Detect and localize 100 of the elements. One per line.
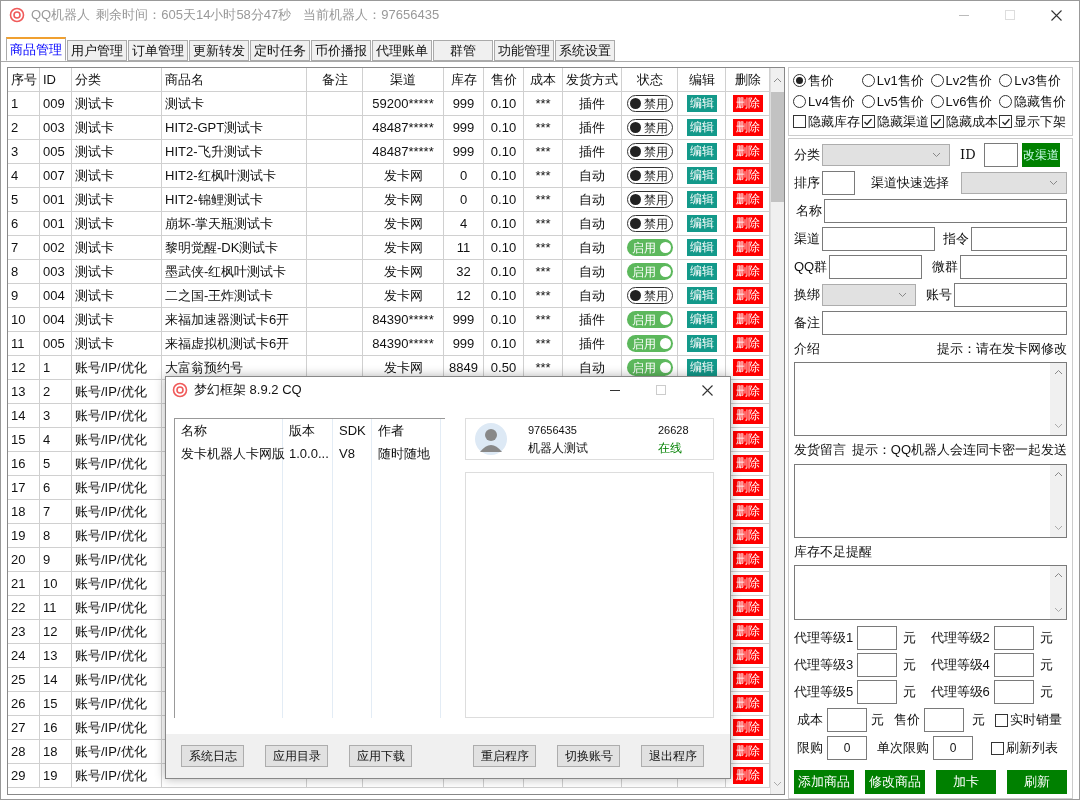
dialog-button[interactable]: 退出程序 <box>641 745 704 767</box>
delete-button[interactable]: 删除 <box>732 743 763 760</box>
action-button[interactable]: 修改商品 <box>865 770 925 794</box>
text-area[interactable] <box>794 362 1067 436</box>
column-header[interactable]: 售价 <box>484 68 524 92</box>
input-field[interactable] <box>829 254 923 279</box>
delete-button[interactable]: 删除 <box>732 767 763 784</box>
tab[interactable]: 功能管理 <box>494 40 554 61</box>
column-header[interactable]: 名称 <box>175 419 282 443</box>
column-header[interactable]: 发货方式 <box>563 68 622 92</box>
status-toggle[interactable]: 禁用 <box>626 215 673 232</box>
delete-button[interactable]: 删除 <box>732 95 763 112</box>
delete-button[interactable]: 删除 <box>732 143 763 160</box>
radio-button[interactable]: Lv6售价 <box>930 91 1000 111</box>
status-toggle[interactable]: 禁用 <box>626 95 673 112</box>
action-button[interactable]: 添加商品 <box>794 770 854 794</box>
edit-button[interactable]: 编辑 <box>686 143 717 160</box>
delete-button[interactable]: 删除 <box>732 503 763 520</box>
edit-button[interactable]: 编辑 <box>686 167 717 184</box>
input-field[interactable] <box>857 680 898 704</box>
checkbox[interactable]: 隐藏库存 <box>793 112 862 132</box>
delete-button[interactable]: 删除 <box>732 167 763 184</box>
tab[interactable]: 订单管理 <box>128 40 188 61</box>
delete-button[interactable]: 删除 <box>732 407 763 424</box>
edit-button[interactable]: 编辑 <box>686 239 717 256</box>
action-button[interactable]: 加卡 <box>936 770 996 794</box>
scrollbar[interactable] <box>1050 464 1066 537</box>
delete-button[interactable]: 删除 <box>732 551 763 568</box>
column-header[interactable]: 作者 <box>372 419 440 443</box>
delete-button[interactable]: 删除 <box>732 575 763 592</box>
column-header[interactable]: 备注 <box>307 68 363 92</box>
checkbox[interactable]: 显示下架 <box>999 112 1068 132</box>
input-field[interactable]: 0 <box>933 736 973 760</box>
checkbox[interactable]: 实时销量 <box>995 710 1062 730</box>
input-field[interactable] <box>857 653 898 677</box>
dialog-button[interactable]: 应用下载 <box>349 745 412 767</box>
column-header[interactable]: 编辑 <box>678 68 726 92</box>
delete-button[interactable]: 删除 <box>732 455 763 472</box>
delete-button[interactable]: 删除 <box>732 671 763 688</box>
text-area[interactable] <box>794 463 1067 538</box>
tab[interactable]: 系统设置 <box>555 40 615 61</box>
input-field[interactable] <box>857 626 898 650</box>
dropdown[interactable] <box>822 143 950 166</box>
delete-button[interactable]: 删除 <box>732 431 763 448</box>
column-header[interactable]: 商品名 <box>162 68 307 92</box>
scrollbar[interactable] <box>1050 566 1066 619</box>
input-field[interactable]: 0 <box>827 736 867 760</box>
radio-button[interactable]: Lv2售价 <box>930 71 1000 91</box>
text-area[interactable] <box>794 565 1067 620</box>
delete-button[interactable]: 删除 <box>732 623 763 640</box>
input-field[interactable] <box>960 254 1067 279</box>
edit-button[interactable]: 编辑 <box>686 119 717 136</box>
status-toggle[interactable]: 禁用 <box>626 119 673 136</box>
input-field[interactable] <box>993 680 1034 704</box>
action-button[interactable]: 刷新 <box>1007 770 1067 794</box>
dropdown[interactable] <box>822 283 916 306</box>
status-toggle[interactable]: 禁用 <box>626 287 673 304</box>
column-header[interactable]: 库存 <box>444 68 484 92</box>
dialog-button[interactable]: 系统日志 <box>181 745 244 767</box>
delete-button[interactable]: 删除 <box>732 527 763 544</box>
dialog-button[interactable]: 切换账号 <box>557 745 620 767</box>
input-field[interactable] <box>822 170 855 195</box>
delete-button[interactable]: 删除 <box>732 479 763 496</box>
column-header[interactable]: 分类 <box>72 68 162 92</box>
tab[interactable]: 币价播报 <box>311 40 371 61</box>
tab[interactable]: 定时任务 <box>250 40 310 61</box>
tab[interactable]: 商品管理 <box>6 37 66 61</box>
column-header[interactable]: SDK <box>333 419 371 443</box>
radio-button[interactable]: 售价 <box>793 71 862 91</box>
dialog-button[interactable]: 应用目录 <box>265 745 328 767</box>
edit-button[interactable]: 编辑 <box>686 215 717 232</box>
column-header[interactable]: 成本 <box>524 68 563 92</box>
column-header[interactable]: 版本 <box>283 419 332 443</box>
delete-button[interactable]: 删除 <box>732 191 763 208</box>
edit-button[interactable]: 编辑 <box>686 311 717 328</box>
radio-button[interactable]: Lv5售价 <box>861 91 931 111</box>
input-field[interactable] <box>993 653 1034 677</box>
tab[interactable]: 群管 <box>433 40 493 61</box>
delete-button[interactable]: 删除 <box>732 359 763 376</box>
input-field[interactable] <box>983 142 1018 167</box>
tab[interactable]: 用户管理 <box>67 40 127 61</box>
radio-button[interactable]: 隐藏售价 <box>999 91 1068 111</box>
delete-button[interactable]: 删除 <box>732 599 763 616</box>
edit-button[interactable]: 编辑 <box>686 191 717 208</box>
status-toggle[interactable]: 禁用 <box>626 167 673 184</box>
column-header[interactable]: 序号 <box>8 68 40 92</box>
checkbox[interactable]: 刷新列表 <box>991 738 1058 758</box>
input-field[interactable] <box>993 626 1034 650</box>
delete-button[interactable]: 删除 <box>732 695 763 712</box>
dropdown[interactable] <box>960 171 1067 194</box>
radio-button[interactable]: Lv1售价 <box>861 71 931 91</box>
input-field[interactable] <box>971 226 1067 251</box>
column-header[interactable]: 状态 <box>622 68 678 92</box>
tab[interactable]: 更新转发 <box>189 40 249 61</box>
scrollbar[interactable] <box>1050 363 1066 435</box>
delete-button[interactable]: 删除 <box>732 239 763 256</box>
status-toggle[interactable]: 禁用 <box>626 191 673 208</box>
delete-button[interactable]: 删除 <box>732 119 763 136</box>
radio-button[interactable]: Lv3售价 <box>999 71 1068 91</box>
edit-button[interactable]: 编辑 <box>686 263 717 280</box>
